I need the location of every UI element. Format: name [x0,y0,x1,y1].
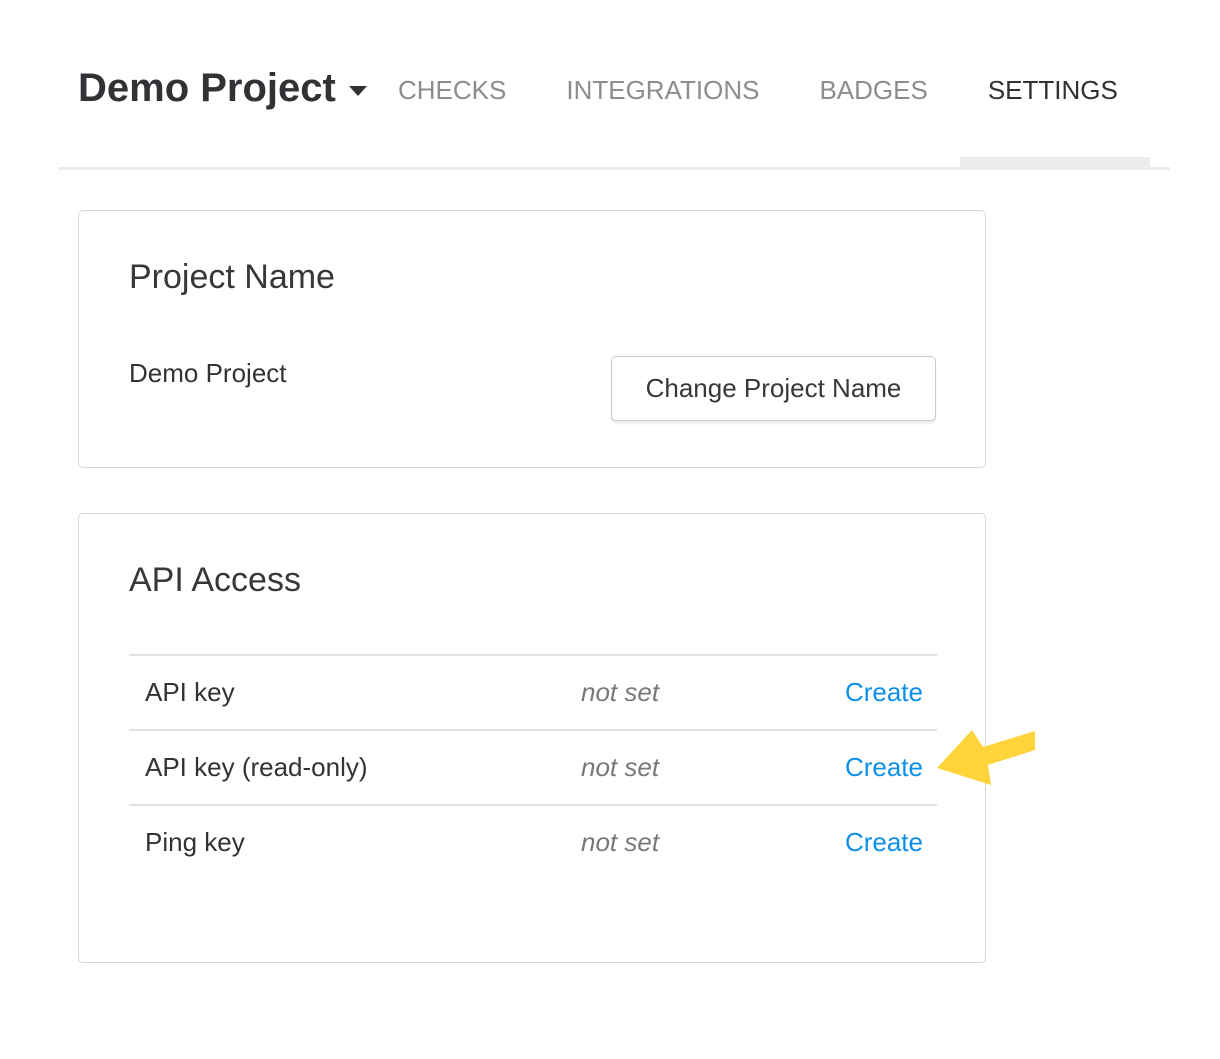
key-label: API key (read-only) [129,752,581,783]
table-row-api-key: API key not set Create [129,654,937,729]
key-label: API key [129,677,581,708]
table-row-ping-key: Ping key not set Create [129,804,937,879]
tab-integrations[interactable]: INTEGRATIONS [566,77,759,103]
create-api-key-link[interactable]: Create [845,677,923,707]
key-value: not set [581,827,781,858]
project-title: Demo Project [78,66,336,110]
api-access-card: API Access API key not set Create API ke… [78,513,986,963]
key-value: not set [581,752,781,783]
key-label: Ping key [129,827,581,858]
tab-checks[interactable]: CHECKS [398,77,506,103]
project-dropdown[interactable]: Demo Project [78,66,367,110]
project-name-card-title: Project Name [129,257,985,297]
caret-down-icon [349,86,367,96]
tab-badges[interactable]: BADGES [819,77,927,103]
project-name-card: Project Name Demo Project Change Project… [78,210,986,468]
nav-tabs: CHECKS INTEGRATIONS BADGES SETTINGS [398,77,1118,103]
api-key-table: API key not set Create API key (read-onl… [129,654,937,879]
nav-divider [58,167,1170,170]
settings-page: Demo Project CHECKS INTEGRATIONS BADGES … [0,0,1220,1059]
key-value: not set [581,677,781,708]
api-access-card-title: API Access [129,560,985,600]
create-ping-key-link[interactable]: Create [845,827,923,857]
tab-settings[interactable]: SETTINGS [988,77,1118,103]
create-readonly-api-key-link[interactable]: Create [845,752,923,782]
change-project-name-button[interactable]: Change Project Name [611,356,936,421]
current-project-name: Demo Project [129,358,287,388]
table-row-api-key-read-only: API key (read-only) not set Create [129,729,937,804]
